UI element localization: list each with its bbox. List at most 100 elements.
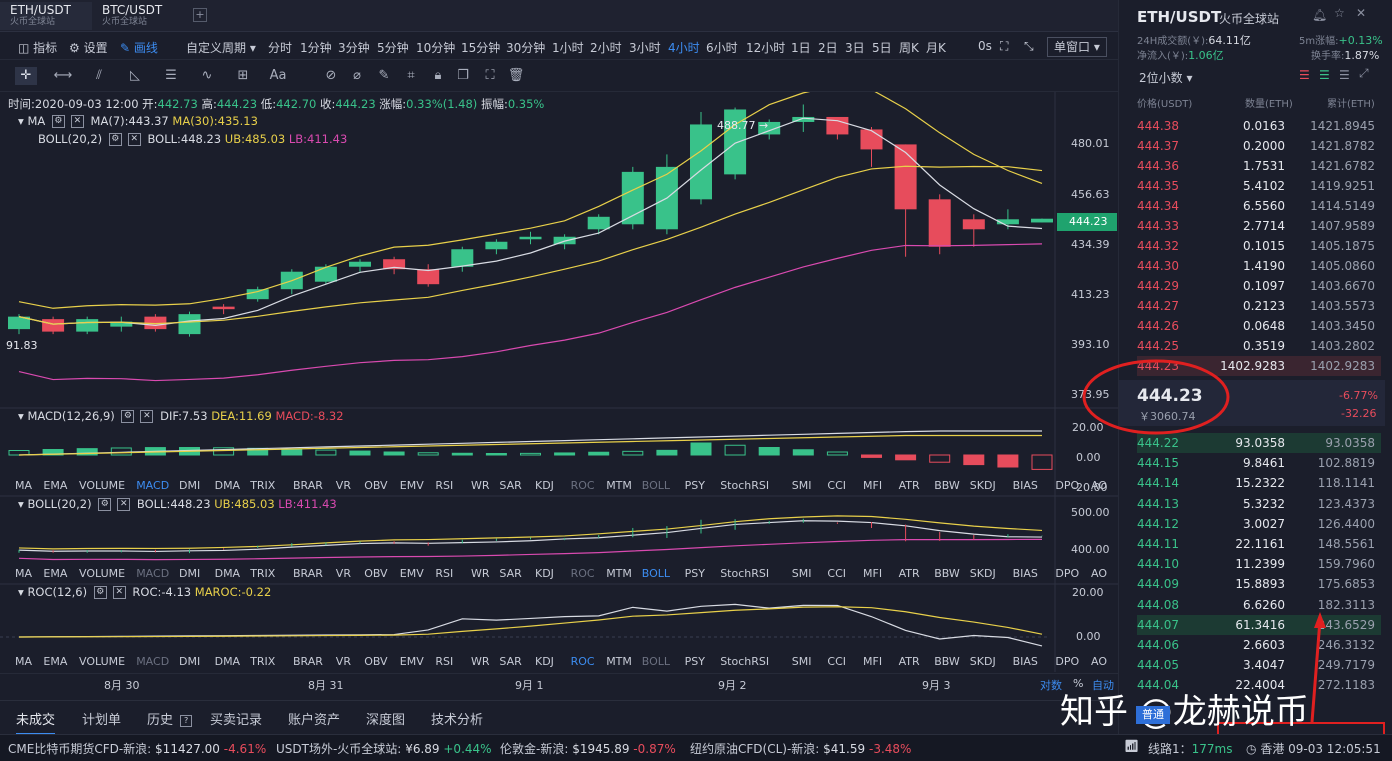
- indicator-tab-trix[interactable]: TRIX: [250, 655, 275, 668]
- custom-period-dropdown[interactable]: 自定义周期 ▾: [186, 39, 256, 56]
- ask-row[interactable]: 444.26 0.0648 1403.3450: [1137, 316, 1381, 336]
- ticker-item[interactable]: USDT场外-火币全球站: ¥6.89 +0.44%: [276, 740, 492, 757]
- indicator-tab-boll[interactable]: BOLL: [642, 655, 670, 668]
- star-icon[interactable]: ☆: [1334, 6, 1345, 20]
- indicator-tab-psy[interactable]: PSY: [685, 479, 705, 492]
- period-9[interactable]: 3小时: [629, 39, 661, 56]
- indicator-tab-volume[interactable]: VOLUME: [79, 655, 125, 668]
- channel-tool-icon[interactable]: ☰: [160, 67, 182, 85]
- indicator-tab-dma[interactable]: DMA: [215, 567, 241, 580]
- indicator-tab-wr[interactable]: WR: [471, 655, 490, 668]
- indicator-tab-bias[interactable]: BIAS: [1013, 655, 1038, 668]
- indicator-tab-ema[interactable]: EMA: [43, 479, 67, 492]
- period-4[interactable]: 10分钟: [416, 39, 455, 56]
- period-1[interactable]: 1分钟: [300, 39, 332, 56]
- indicator-tab-mtm[interactable]: MTM: [606, 479, 632, 492]
- indicator-tab-ema[interactable]: EMA: [43, 655, 67, 668]
- indicator-tab-volume[interactable]: VOLUME: [79, 567, 125, 580]
- indicator-tab-roc[interactable]: ROC: [571, 655, 595, 668]
- indicator-tab-rsi[interactable]: RSI: [435, 655, 453, 668]
- indicator-tab-atr[interactable]: ATR: [899, 655, 920, 668]
- indicator-tab-boll[interactable]: BOLL: [642, 567, 670, 580]
- indicator-tab-skdj[interactable]: SKDJ: [970, 655, 996, 668]
- close-icon[interactable]: ✕: [112, 586, 126, 599]
- window-mode-dropdown[interactable]: 单窗口 ▾: [1047, 37, 1107, 57]
- indicator-tab-bias[interactable]: BIAS: [1013, 479, 1038, 492]
- indicator-tab-dmi[interactable]: DMI: [179, 655, 200, 668]
- tab-btc-usdt[interactable]: BTC/USDT 火币全球站: [92, 2, 184, 30]
- collapse-icon[interactable]: ▾: [18, 497, 24, 511]
- bid-row[interactable]: 444.13 5.3232 123.4373: [1137, 494, 1381, 514]
- indicator-tab-dma[interactable]: DMA: [215, 479, 241, 492]
- indicator-tab-emv[interactable]: EMV: [400, 655, 424, 668]
- gear-icon[interactable]: ⚙: [93, 586, 107, 599]
- indicator-tab-dpo[interactable]: DPO: [1055, 567, 1079, 580]
- segment-tool-icon[interactable]: ⟷: [52, 67, 74, 85]
- line-status[interactable]: 线路1：177ms: [1148, 740, 1233, 757]
- tab-plan-orders[interactable]: 计划单: [82, 709, 121, 728]
- draw-button[interactable]: ✎ 画线: [120, 39, 158, 56]
- period-14[interactable]: 2日: [818, 39, 838, 56]
- indicator-tab-volume[interactable]: VOLUME: [79, 479, 125, 492]
- bid-row[interactable]: 444.10 11.2399 159.7960: [1137, 554, 1381, 574]
- indicator-tab-ao[interactable]: AO: [1091, 567, 1107, 580]
- indicator-tab-mfi[interactable]: MFI: [863, 567, 882, 580]
- indicator-tab-sar[interactable]: SAR: [499, 567, 521, 580]
- ask-row[interactable]: 444.30 1.4190 1405.0860: [1137, 256, 1381, 276]
- indicator-button[interactable]: ◫ 指标: [18, 39, 57, 56]
- period-6[interactable]: 30分钟: [506, 39, 545, 56]
- indicator-tab-vr[interactable]: VR: [336, 655, 351, 668]
- indicator-tab-skdj[interactable]: SKDJ: [970, 567, 996, 580]
- eraser-tool-icon[interactable]: ⌀: [346, 67, 368, 85]
- ticker-item[interactable]: 伦敦金-新浪: $1945.89 -0.87%: [500, 740, 676, 757]
- trash-icon[interactable]: 🗑︎: [505, 67, 527, 85]
- period-10[interactable]: 4小时: [668, 39, 700, 56]
- indicator-tab-sar[interactable]: SAR: [499, 479, 521, 492]
- period-13[interactable]: 1日: [791, 39, 811, 56]
- magnet-tool-icon[interactable]: ⊘: [320, 67, 342, 85]
- expand-icon[interactable]: ⤢: [1359, 66, 1369, 81]
- indicator-tab-bbw[interactable]: BBW: [934, 479, 960, 492]
- crosshair-tool-icon[interactable]: ✛: [15, 67, 37, 85]
- close-icon[interactable]: ✕: [140, 410, 154, 423]
- ask-row[interactable]: 444.32 0.1015 1405.1875: [1137, 236, 1381, 256]
- indicator-tab-ao[interactable]: AO: [1091, 655, 1107, 668]
- ray-tool-icon[interactable]: ◺: [124, 67, 146, 85]
- bid-row[interactable]: 444.05 3.4047 249.7179: [1137, 655, 1381, 675]
- indicator-tab-bbw[interactable]: BBW: [934, 567, 960, 580]
- indicator-tab-dma[interactable]: DMA: [215, 655, 241, 668]
- indicator-tab-dmi[interactable]: DMI: [179, 567, 200, 580]
- indicator-tab-obv[interactable]: OBV: [364, 567, 387, 580]
- period-11[interactable]: 6小时: [706, 39, 738, 56]
- indicator-tab-rsi[interactable]: RSI: [435, 479, 453, 492]
- period-8[interactable]: 2小时: [590, 39, 622, 56]
- ask-row[interactable]: 444.25 0.3519 1403.2802: [1137, 336, 1381, 356]
- indicator-tab-emv[interactable]: EMV: [400, 567, 424, 580]
- indicator-tab-brar[interactable]: BRAR: [293, 655, 323, 668]
- bid-row[interactable]: 444.11 22.1161 148.5561: [1137, 534, 1381, 554]
- indicator-tab-macd[interactable]: MACD: [136, 655, 169, 668]
- asks-view-icon[interactable]: ☰: [1299, 68, 1310, 82]
- indicator-tab-psy[interactable]: PSY: [685, 655, 705, 668]
- indicator-tab-stochrsi[interactable]: StochRSI: [720, 479, 769, 492]
- indicator-tab-kdj[interactable]: KDJ: [535, 479, 554, 492]
- indicator-tab-ma[interactable]: MA: [15, 567, 32, 580]
- indicator-tab-kdj[interactable]: KDJ: [535, 655, 554, 668]
- ask-row[interactable]: 444.37 0.2000 1421.8782: [1137, 136, 1381, 156]
- trend-tool-icon[interactable]: ⫽: [88, 67, 110, 85]
- indicator-tab-stochrsi[interactable]: StochRSI: [720, 655, 769, 668]
- period-12[interactable]: 12小时: [746, 39, 785, 56]
- indicator-tab-dmi[interactable]: DMI: [179, 479, 200, 492]
- text-tool-icon[interactable]: Aa: [267, 67, 289, 85]
- period-17[interactable]: 周K: [899, 39, 919, 56]
- bid-row[interactable]: 444.06 2.6603 246.3132: [1137, 635, 1381, 655]
- indicator-tab-rsi[interactable]: RSI: [435, 567, 453, 580]
- indicator-tab-sar[interactable]: SAR: [499, 655, 521, 668]
- close-icon[interactable]: ✕: [117, 498, 131, 511]
- rect-tool-icon[interactable]: ⊞: [232, 67, 254, 85]
- indicator-tab-ma[interactable]: MA: [15, 655, 32, 668]
- period-0[interactable]: 分时: [268, 39, 292, 56]
- collapse-icon[interactable]: ▾: [18, 409, 24, 423]
- indicator-tab-wr[interactable]: WR: [471, 479, 490, 492]
- indicator-tab-dpo[interactable]: DPO: [1055, 655, 1079, 668]
